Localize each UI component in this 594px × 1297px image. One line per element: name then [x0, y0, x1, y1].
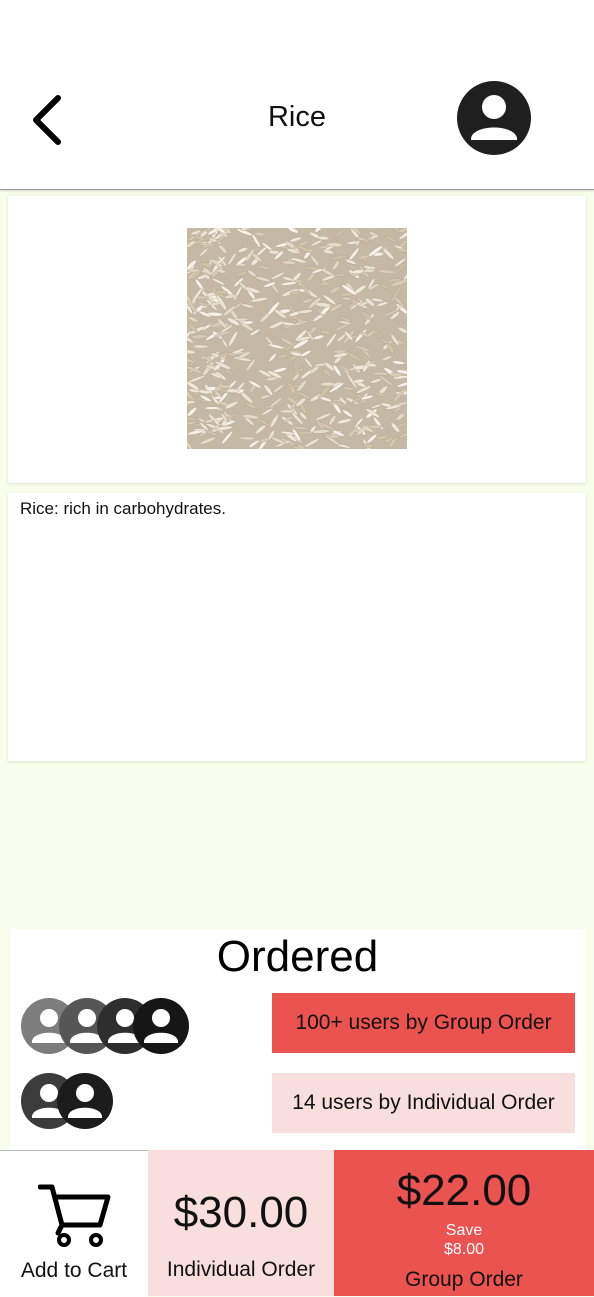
group-price: $22.00	[396, 1166, 532, 1215]
individual-price: $30.00	[173, 1188, 309, 1237]
add-to-cart-button[interactable]: Add to Cart	[0, 1150, 148, 1297]
save-amount: $8.00	[443, 1241, 485, 1258]
individual-order-count[interactable]: 14 users by Individual Order	[272, 1073, 575, 1133]
profile-button[interactable]	[456, 80, 532, 156]
shopping-cart-icon	[38, 1184, 111, 1247]
product-description: Rice: rich in carbohydrates.	[20, 499, 226, 518]
individual-order-label: Individual Order	[166, 1258, 316, 1281]
user-avatar-icon	[57, 1073, 113, 1129]
app-header: Rice	[0, 0, 594, 190]
ordered-title: Ordered	[216, 932, 379, 981]
account-circle-icon	[457, 81, 531, 155]
bottom-action-bar: Add to Cart $30.00 Individual Order $22.…	[0, 1150, 594, 1297]
product-image-card	[8, 196, 586, 483]
ordered-panel: Ordered 100+ users by Group Order 14 use…	[10, 929, 585, 1159]
add-to-cart-label: Add to Cart	[20, 1259, 128, 1282]
group-order-count[interactable]: 100+ users by Group Order	[272, 993, 575, 1053]
save-label: Save	[445, 1222, 483, 1239]
individual-order-button[interactable]: $30.00 Individual Order	[148, 1150, 334, 1296]
group-order-button[interactable]: $22.00 Save $8.00 Group Order	[334, 1150, 594, 1296]
group-order-label: Group Order	[405, 1268, 523, 1291]
user-avatar-icon	[133, 998, 189, 1054]
product-image	[187, 228, 407, 449]
description-card: Rice: rich in carbohydrates.	[8, 493, 586, 761]
